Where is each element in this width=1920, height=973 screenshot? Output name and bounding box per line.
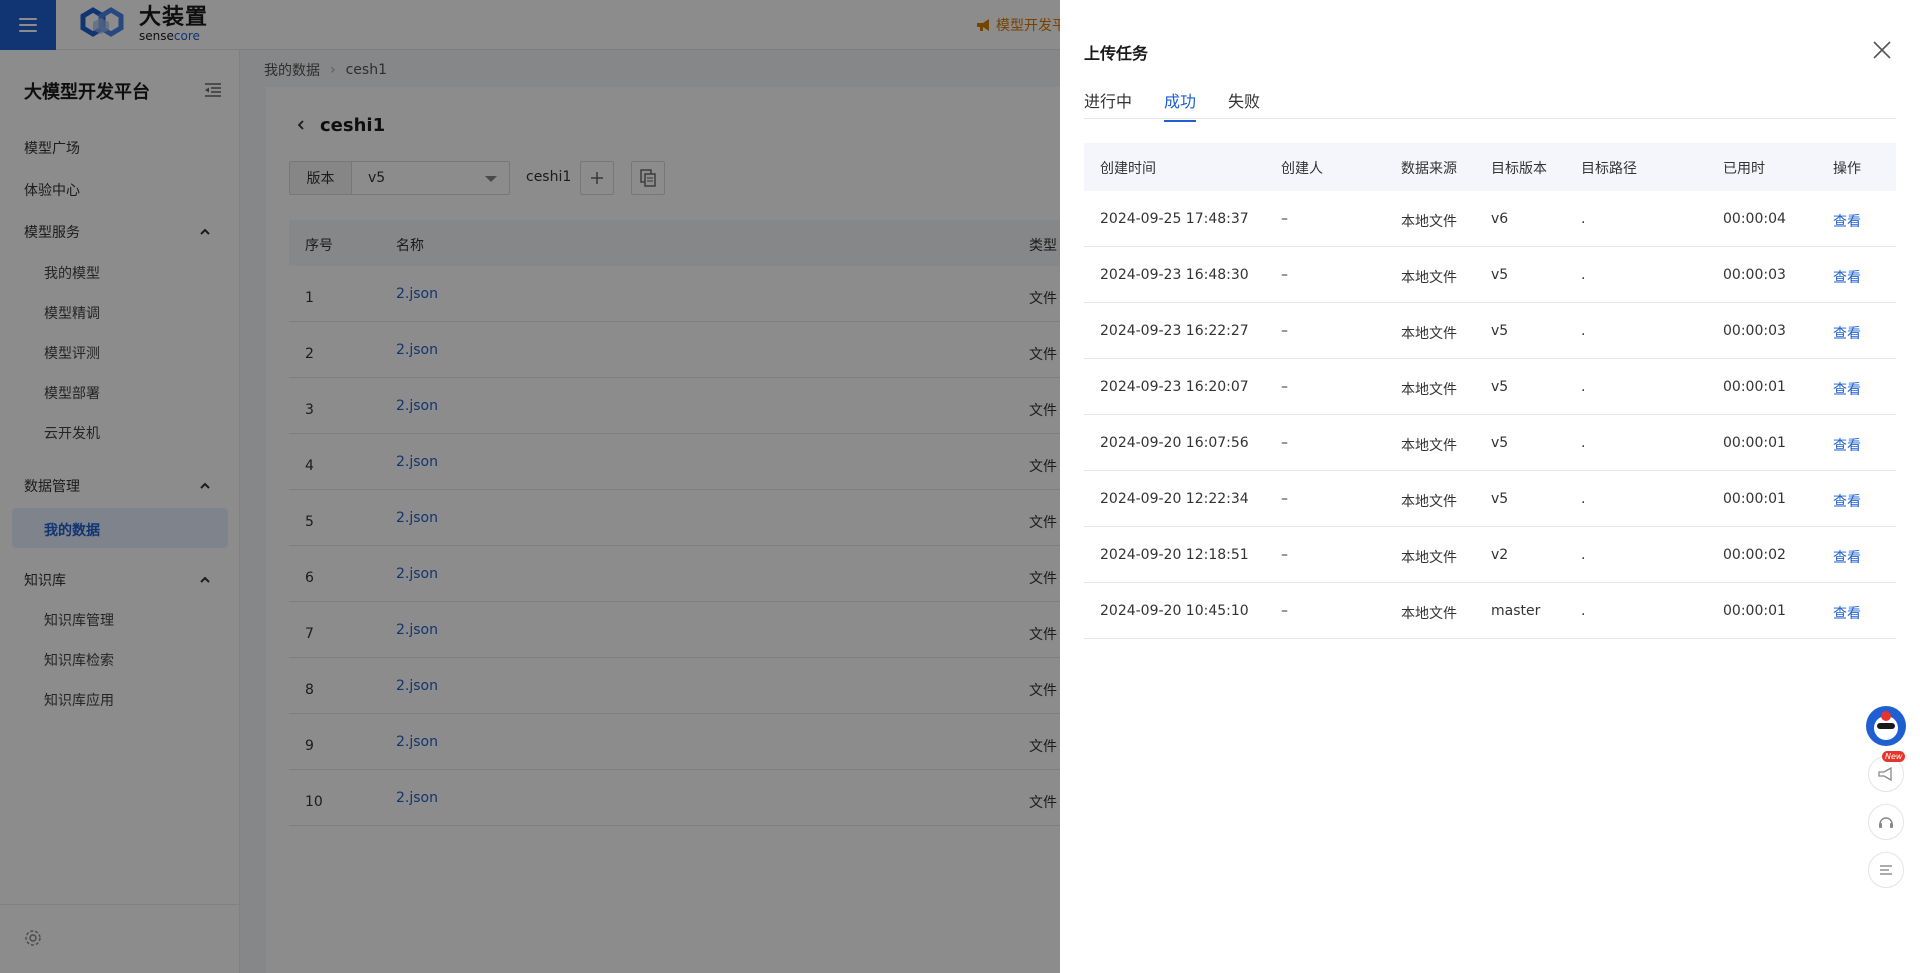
view-link[interactable]: 查看: [1833, 547, 1861, 567]
target-version: v2: [1491, 547, 1509, 563]
target-version: v5: [1491, 491, 1509, 507]
created-time: 2024-09-20 12:18:51: [1100, 547, 1249, 563]
column-header-creator: 创建人: [1281, 161, 1323, 177]
view-link[interactable]: 查看: [1833, 267, 1861, 287]
created-time: 2024-09-23 16:48:30: [1100, 267, 1249, 283]
task-row: 2024-09-20 12:18:51 – 本地文件 v2. 00:00:02 查看: [1084, 527, 1896, 583]
list-menu-button[interactable]: [1868, 852, 1904, 888]
task-row: 2024-09-20 12:22:34 – 本地文件 v5. 00:00:01 查看: [1084, 471, 1896, 527]
target-path: .: [1581, 379, 1586, 395]
column-header-duration: 已用时: [1723, 161, 1765, 177]
close-icon[interactable]: [1870, 38, 1894, 62]
data-source: 本地文件: [1401, 326, 1457, 342]
duration: 00:00:01: [1723, 603, 1786, 619]
task-row: 2024-09-23 16:22:27 – 本地文件 v5. 00:00:03 查看: [1084, 303, 1896, 359]
target-path: .: [1581, 547, 1586, 563]
duration: 00:00:03: [1723, 323, 1786, 339]
view-link[interactable]: 查看: [1833, 603, 1861, 623]
duration: 00:00:01: [1723, 435, 1786, 451]
creator: –: [1281, 603, 1288, 619]
megaphone-icon: [1878, 766, 1892, 782]
creator: –: [1281, 211, 1288, 227]
target-version: v5: [1491, 435, 1509, 451]
column-header-created: 创建时间: [1100, 161, 1156, 177]
column-header-action: 操作: [1833, 161, 1861, 177]
column-header-version: 目标版本: [1491, 161, 1547, 177]
headset-icon: [1879, 817, 1893, 828]
task-row: 2024-09-23 16:48:30 – 本地文件 v5. 00:00:03 查看: [1084, 247, 1896, 303]
target-path: .: [1581, 323, 1586, 339]
task-table-header: 创建时间 创建人 数据来源 目标版本 目标路径 已用时 操作: [1084, 143, 1896, 191]
target-version: master: [1491, 603, 1541, 619]
column-header-source: 数据来源: [1401, 161, 1457, 177]
creator: –: [1281, 435, 1288, 451]
view-link[interactable]: 查看: [1833, 211, 1861, 231]
view-link[interactable]: 查看: [1833, 435, 1861, 455]
data-source: 本地文件: [1401, 494, 1457, 510]
target-path: .: [1581, 435, 1586, 451]
tab-in-progress[interactable]: 进行中: [1084, 88, 1132, 120]
new-badge: New: [1882, 751, 1906, 762]
tab-failed[interactable]: 失败: [1228, 88, 1260, 120]
target-path: .: [1581, 267, 1586, 283]
view-link[interactable]: 查看: [1833, 323, 1861, 343]
creator: –: [1281, 379, 1288, 395]
task-row: 2024-09-20 16:07:56 – 本地文件 v5. 00:00:01 查看: [1084, 415, 1896, 471]
column-header-path: 目标路径: [1581, 161, 1637, 177]
task-tabs: 进行中 成功 失败: [1084, 88, 1896, 122]
duration: 00:00:01: [1723, 379, 1786, 395]
support-button[interactable]: [1868, 804, 1904, 840]
drawer-title: 上传任务: [1084, 44, 1149, 63]
assistant-avatar-icon[interactable]: [1866, 706, 1906, 746]
created-time: 2024-09-23 16:20:07: [1100, 379, 1249, 395]
target-version: v6: [1491, 211, 1509, 227]
creator: –: [1281, 267, 1288, 283]
modal-overlay[interactable]: [0, 0, 1060, 973]
view-link[interactable]: 查看: [1833, 491, 1861, 511]
data-source: 本地文件: [1401, 382, 1457, 398]
creator: –: [1281, 491, 1288, 507]
target-version: v5: [1491, 267, 1509, 283]
data-source: 本地文件: [1401, 550, 1457, 566]
data-source: 本地文件: [1401, 214, 1457, 230]
duration: 00:00:02: [1723, 547, 1786, 563]
creator: –: [1281, 323, 1288, 339]
data-source: 本地文件: [1401, 606, 1457, 622]
target-path: .: [1581, 603, 1586, 619]
tab-success[interactable]: 成功: [1164, 88, 1197, 122]
created-time: 2024-09-23 16:22:27: [1100, 323, 1249, 339]
data-source: 本地文件: [1401, 270, 1457, 286]
target-version: v5: [1491, 379, 1509, 395]
target-version: v5: [1491, 323, 1509, 339]
upload-tasks-drawer: 上传任务 进行中 成功 失败 创建时间 创建人 数据来源 目标版本 目标路径 已…: [1060, 0, 1920, 973]
task-row: 2024-09-23 16:20:07 – 本地文件 v5. 00:00:01 查看: [1084, 359, 1896, 415]
task-row: 2024-09-20 10:45:10 – 本地文件 master. 00:00:01 查…: [1084, 583, 1896, 639]
created-time: 2024-09-20 10:45:10: [1100, 603, 1249, 619]
data-source: 本地文件: [1401, 438, 1457, 454]
created-time: 2024-09-20 12:22:34: [1100, 491, 1249, 507]
created-time: 2024-09-20 16:07:56: [1100, 435, 1249, 451]
list-menu-icon: [1880, 865, 1892, 875]
duration: 00:00:03: [1723, 267, 1786, 283]
target-path: .: [1581, 491, 1586, 507]
created-time: 2024-09-25 17:48:37: [1100, 211, 1249, 227]
view-link[interactable]: 查看: [1833, 379, 1861, 399]
duration: 00:00:01: [1723, 491, 1786, 507]
target-path: .: [1581, 211, 1586, 227]
duration: 00:00:04: [1723, 211, 1786, 227]
creator: –: [1281, 547, 1288, 563]
task-row: 2024-09-25 17:48:37 – 本地文件 v6. 00:00:04 查看: [1084, 191, 1896, 247]
